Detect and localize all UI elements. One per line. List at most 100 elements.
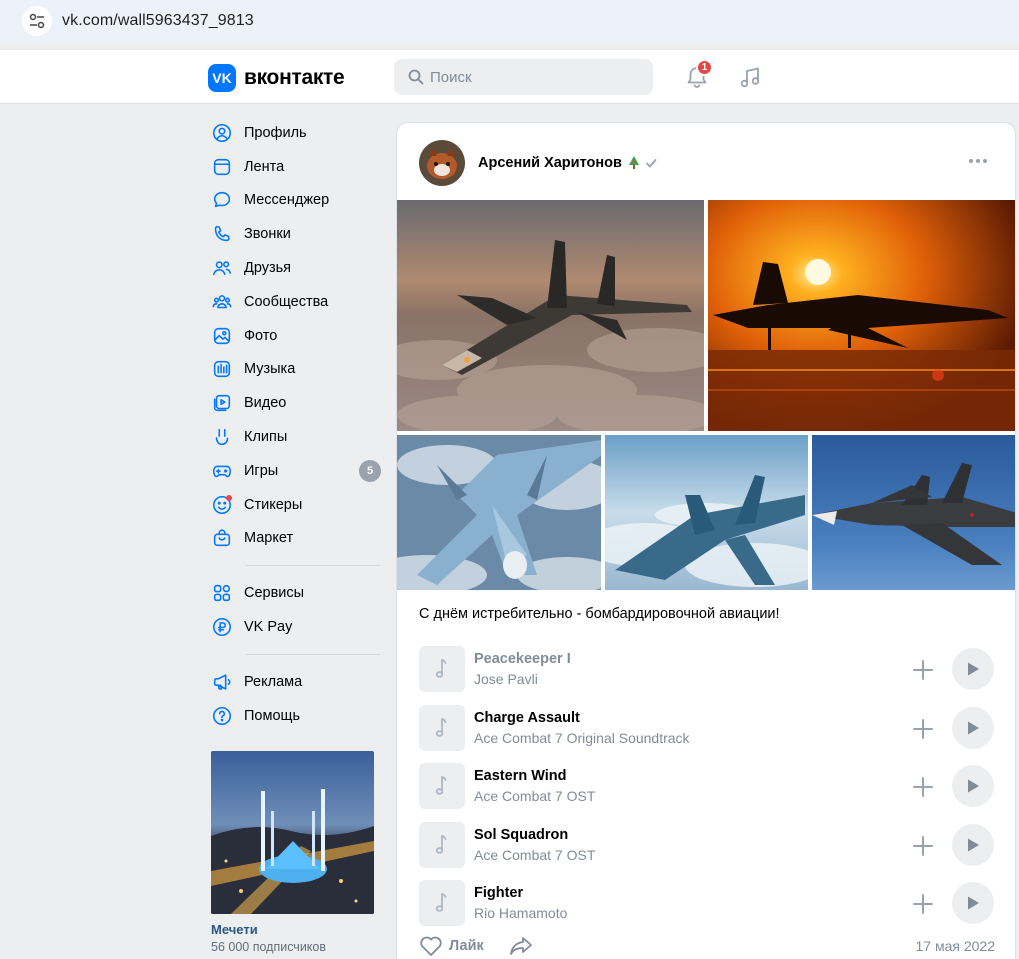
add-track-button[interactable] — [911, 775, 935, 799]
music-note-icon — [435, 717, 447, 737]
track-title: Fighter — [474, 885, 524, 902]
audio-track[interactable]: Sol Squadron Ace Combat 7 OST — [419, 821, 995, 872]
track-artist[interactable]: Ace Combat 7 OST — [474, 788, 595, 804]
site-settings-icon[interactable] — [22, 6, 52, 36]
gamepad-icon — [210, 459, 234, 483]
newsfeed-icon — [210, 155, 234, 179]
post-more-button[interactable] — [969, 159, 987, 163]
music-note-icon — [435, 659, 447, 678]
sidebar-item-services[interactable]: Сервисы — [208, 576, 384, 610]
play-track-button[interactable] — [952, 882, 994, 925]
avatar[interactable] — [419, 140, 465, 186]
sidebar-item-label: Реклама — [244, 673, 303, 690]
search-input[interactable] — [430, 68, 630, 86]
post-photo-4[interactable] — [605, 435, 808, 590]
phone-icon — [210, 222, 234, 246]
music-player-button[interactable] — [737, 63, 765, 91]
play-icon — [968, 838, 979, 852]
sidebar-item-label: Друзья — [244, 260, 292, 277]
sidebar-item-clips[interactable]: Клипы — [208, 420, 384, 454]
audio-track[interactable]: Eastern Wind Ace Combat 7 OST — [419, 763, 995, 813]
track-artist[interactable]: Rio Hamamoto — [474, 905, 567, 921]
audio-track[interactable]: Charge Assault Ace Combat 7 Original Soun… — [419, 704, 995, 755]
track-title: Charge Assault — [474, 709, 580, 726]
photo-icon — [210, 324, 234, 348]
add-track-button[interactable] — [911, 717, 935, 741]
sidebar-item-gamepad[interactable]: Игры 5 — [208, 454, 384, 488]
left-sidebar: Профиль Лента Мессенджер Звонки Друзья Сообще… — [208, 116, 384, 733]
sidebar-item-smile[interactable]: Стикеры — [208, 488, 384, 522]
sidebar-item-shopping-bag[interactable]: Маркет — [208, 522, 384, 556]
share-button[interactable] — [509, 935, 533, 959]
notification-badge: 1 — [696, 59, 713, 76]
sidebar-item-label: Сообщества — [244, 293, 329, 310]
sidebar-divider — [246, 565, 380, 567]
sidebar-item-help[interactable]: Помощь — [208, 699, 384, 733]
sidebar-item-label: Лента — [244, 158, 285, 175]
author-name[interactable]: Арсений Харитонов — [478, 155, 622, 171]
audio-track[interactable]: Peacekeeper I Jose Pavli — [419, 646, 995, 696]
share-icon — [510, 937, 532, 955]
post-date[interactable]: 17 мая 2022 — [916, 938, 996, 954]
track-cover[interactable] — [419, 821, 465, 868]
add-track-button[interactable] — [911, 892, 935, 916]
track-title: Sol Squadron — [474, 826, 569, 843]
sidebar-divider — [246, 653, 380, 655]
promo-community[interactable]: Мечети 56 000 подписчиков — [211, 751, 374, 954]
post-photo-1[interactable] — [397, 200, 704, 431]
play-track-button[interactable] — [952, 706, 994, 749]
sidebar-item-label: Мессенджер — [244, 192, 330, 209]
track-cover[interactable] — [419, 763, 465, 810]
like-button[interactable]: Лайк — [419, 935, 484, 957]
promo-image-mosque[interactable] — [211, 751, 374, 914]
music-note-icon — [740, 67, 760, 88]
play-icon — [968, 779, 979, 793]
sidebar-item-label: Музыка — [244, 361, 296, 378]
sidebar-item-vkpay[interactable]: VK Pay — [208, 610, 384, 644]
sidebar-item-message[interactable]: Мессенджер — [208, 184, 384, 218]
vk-logo-mark: VK — [208, 64, 236, 92]
audio-track[interactable]: Fighter Rio Hamamoto — [419, 880, 995, 930]
shopping-bag-icon — [210, 526, 234, 550]
promo-title[interactable]: Мечети — [211, 922, 374, 937]
post-photo-2[interactable] — [708, 200, 1015, 431]
sidebar-item-music[interactable]: Музыка — [208, 353, 384, 387]
track-artist[interactable]: Ace Combat 7 Original Soundtrack — [474, 730, 690, 746]
track-title: Eastern Wind — [474, 768, 567, 785]
track-cover[interactable] — [419, 704, 465, 751]
track-artist[interactable]: Jose Pavli — [474, 671, 538, 687]
play-icon — [968, 896, 979, 910]
play-track-button[interactable] — [952, 648, 994, 690]
sidebar-item-user-circle[interactable]: Профиль — [208, 116, 384, 150]
play-track-button[interactable] — [952, 765, 994, 808]
notifications-button[interactable]: 1 — [683, 59, 713, 91]
track-cover[interactable] — [419, 880, 465, 927]
sidebar-item-photo[interactable]: Фото — [208, 319, 384, 353]
add-track-button[interactable] — [911, 834, 935, 858]
sidebar-item-newsfeed[interactable]: Лента — [208, 150, 384, 184]
sidebar-item-megaphone[interactable]: Реклама — [208, 665, 384, 699]
wall-post: Арсений Харитонов С днём истребительно -… — [396, 122, 1016, 959]
add-track-button[interactable] — [911, 658, 935, 682]
track-artist[interactable]: Ace Combat 7 OST — [474, 847, 595, 863]
browser-address-bar: vk.com/wall5963437_9813 — [0, 0, 1019, 42]
users-icon — [210, 256, 234, 280]
user-circle-icon — [210, 121, 234, 145]
play-track-button[interactable] — [952, 823, 994, 866]
sidebar-item-video[interactable]: Видео — [208, 386, 384, 420]
sidebar-item-users[interactable]: Друзья — [208, 251, 384, 285]
sidebar-item-phone[interactable]: Звонки — [208, 217, 384, 251]
sidebar-item-label: Сервисы — [244, 585, 305, 602]
search-box[interactable] — [394, 59, 653, 95]
post-photo-3[interactable] — [397, 435, 601, 590]
url-text[interactable]: vk.com/wall5963437_9813 — [62, 12, 254, 30]
post-photo-5[interactable] — [812, 435, 1015, 590]
sidebar-item-label: Фото — [244, 327, 278, 344]
vk-logo-text: вконтакте — [244, 66, 345, 89]
sidebar-item-label: Помощь — [244, 707, 301, 724]
track-cover[interactable] — [419, 646, 465, 692]
vk-logo[interactable]: VK вконтакте — [208, 64, 345, 92]
count-badge: 5 — [359, 459, 381, 482]
sidebar-item-communities[interactable]: Сообщества — [208, 285, 384, 319]
play-icon — [968, 662, 979, 676]
